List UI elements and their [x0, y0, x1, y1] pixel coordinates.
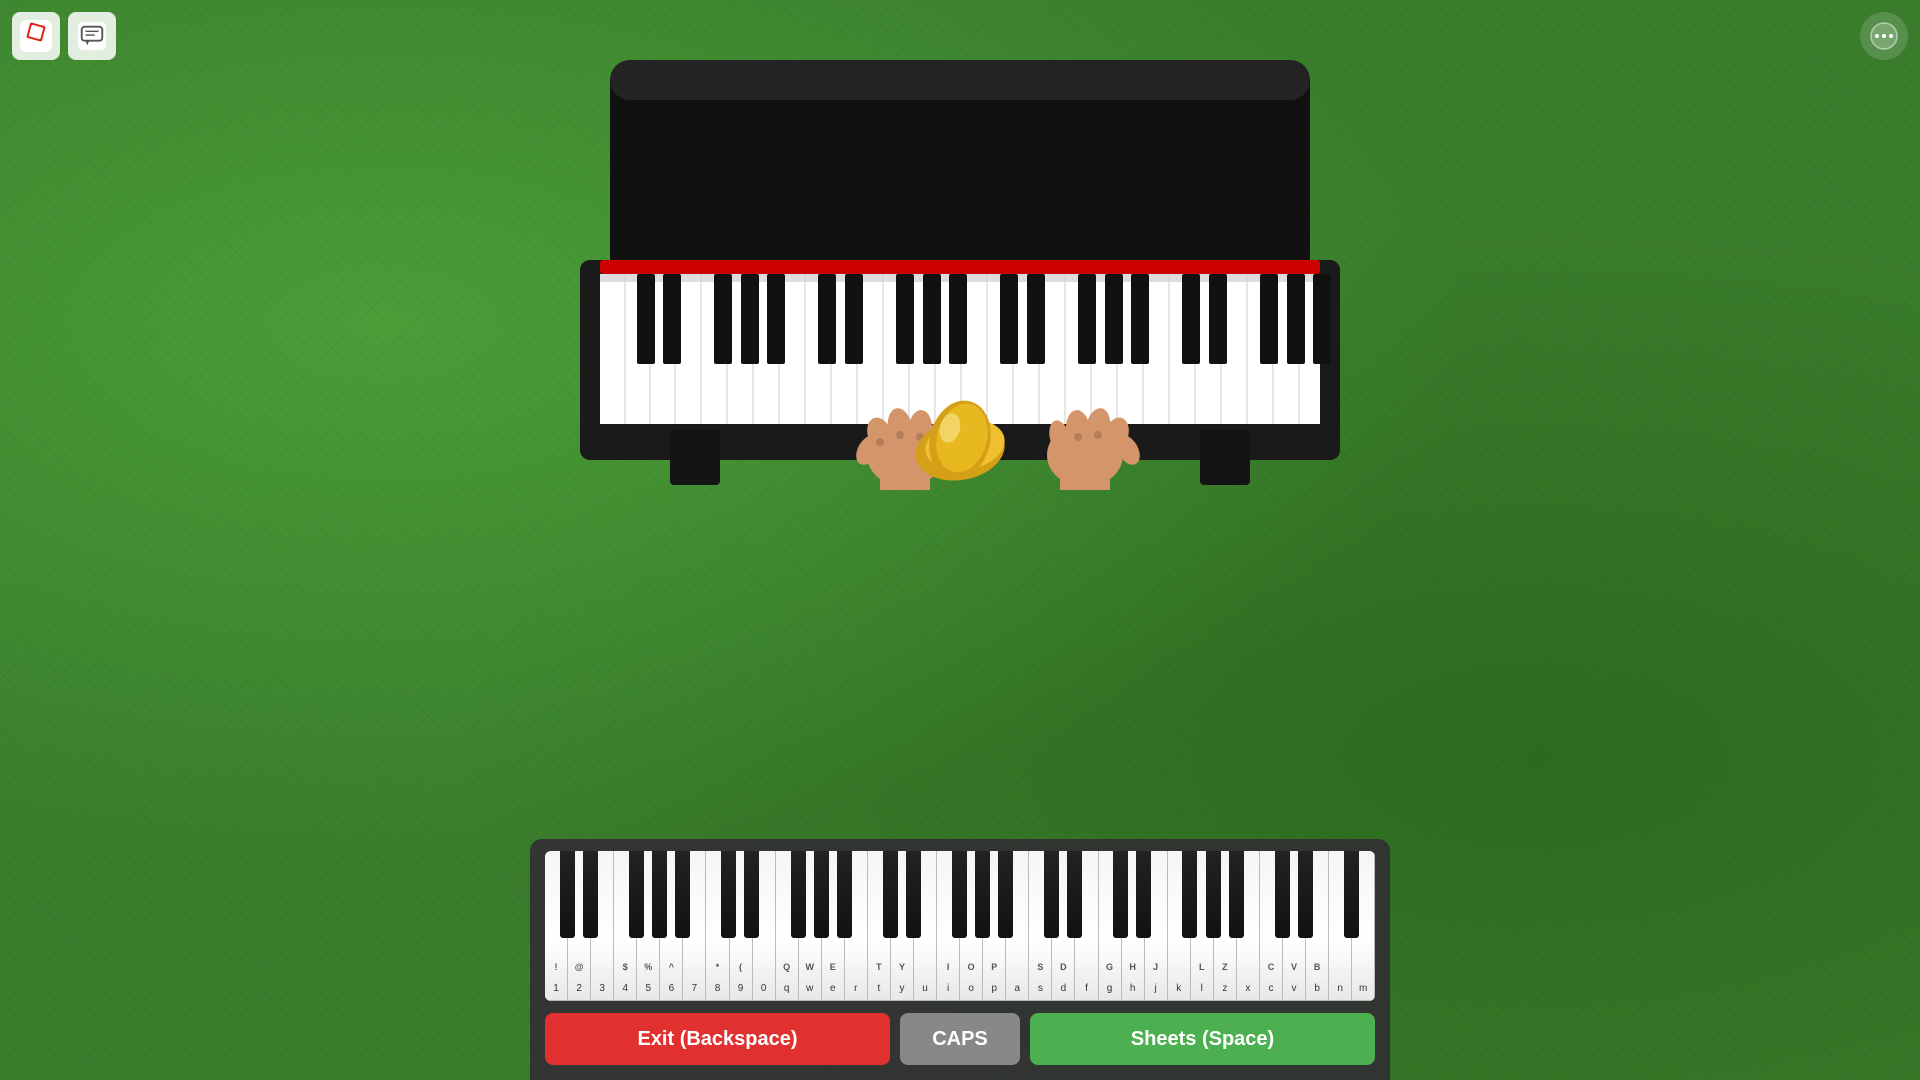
mini-key-3[interactable]: 3: [591, 851, 614, 1001]
piano-visual: [550, 60, 1370, 495]
mini-key-g[interactable]: G g: [1099, 851, 1122, 1001]
mini-key-w[interactable]: W w: [799, 851, 822, 1001]
mini-key-r[interactable]: r: [845, 851, 868, 1001]
mini-key-1[interactable]: ! 1: [545, 851, 568, 1001]
caps-button[interactable]: CAPS: [900, 1013, 1020, 1065]
mini-key-m[interactable]: m: [1352, 851, 1375, 1001]
top-right-icons: [1860, 12, 1908, 60]
sheets-button[interactable]: Sheets (Space): [1030, 1013, 1375, 1065]
mini-key-b[interactable]: B b: [1306, 851, 1329, 1001]
mini-key-o[interactable]: O o: [960, 851, 983, 1001]
mini-key-v[interactable]: V v: [1283, 851, 1306, 1001]
menu-button[interactable]: [1860, 12, 1908, 60]
top-left-icons: [12, 12, 116, 60]
mini-key-9[interactable]: ( 9: [730, 851, 753, 1001]
mini-key-e[interactable]: E e: [822, 851, 845, 1001]
mini-key-x[interactable]: x: [1237, 851, 1260, 1001]
mini-key-d[interactable]: D d: [1052, 851, 1075, 1001]
mini-key-a[interactable]: a: [1006, 851, 1029, 1001]
mini-key-z[interactable]: Z z: [1214, 851, 1237, 1001]
mini-key-7[interactable]: 7: [683, 851, 706, 1001]
mini-key-k[interactable]: k: [1168, 851, 1191, 1001]
mini-key-u[interactable]: u: [914, 851, 937, 1001]
mini-key-t[interactable]: T t: [868, 851, 891, 1001]
exit-button[interactable]: Exit (Backspace): [545, 1013, 890, 1065]
mini-key-f[interactable]: f: [1075, 851, 1098, 1001]
mini-key-q[interactable]: Q q: [776, 851, 799, 1001]
mini-key-c[interactable]: C c: [1260, 851, 1283, 1001]
piano-svg: [550, 60, 1370, 490]
mini-key-l[interactable]: L l: [1191, 851, 1214, 1001]
mini-key-y[interactable]: Y y: [891, 851, 914, 1001]
mini-key-s[interactable]: S s: [1029, 851, 1052, 1001]
bottom-buttons: Exit (Backspace) CAPS Sheets (Space): [545, 1013, 1375, 1065]
mini-key-n[interactable]: n: [1329, 851, 1352, 1001]
ellipsis-icon: [1870, 22, 1898, 50]
mini-key-6[interactable]: ^ 6: [660, 851, 683, 1001]
mini-key-0[interactable]: 0: [753, 851, 776, 1001]
mini-key-5[interactable]: % 5: [637, 851, 660, 1001]
mini-key-4[interactable]: $ 4: [614, 851, 637, 1001]
chat-icon: [78, 22, 106, 50]
chat-button[interactable]: [68, 12, 116, 60]
mini-key-8[interactable]: * 8: [706, 851, 729, 1001]
mini-key-i[interactable]: I i: [937, 851, 960, 1001]
mini-key-p[interactable]: P p: [983, 851, 1006, 1001]
mini-key-h[interactable]: H h: [1122, 851, 1145, 1001]
mini-keys-container: ! 1 @ 2 3 $ 4 % 5 ^ 6 7 * 8 ( 9 0: [545, 851, 1375, 1001]
bottom-panel: ! 1 @ 2 3 $ 4 % 5 ^ 6 7 * 8 ( 9 0: [530, 839, 1390, 1080]
roblox-icon: [20, 20, 52, 52]
mini-key-2[interactable]: @ 2: [568, 851, 591, 1001]
mini-key-j[interactable]: J j: [1145, 851, 1168, 1001]
mini-keyboard: ! 1 @ 2 3 $ 4 % 5 ^ 6 7 * 8 ( 9 0: [545, 851, 1375, 1001]
roblox-logo-button[interactable]: [12, 12, 60, 60]
